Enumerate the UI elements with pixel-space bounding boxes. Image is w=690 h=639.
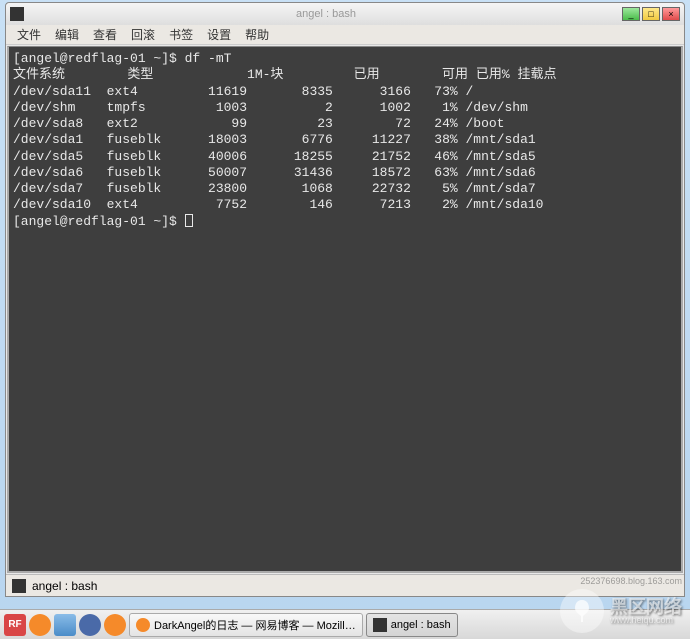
- minimize-button[interactable]: _: [622, 7, 640, 21]
- taskbar-item-browser[interactable]: DarkAngel的日志 — 网易博客 — Mozill…: [129, 613, 363, 637]
- maximize-button[interactable]: □: [642, 7, 660, 21]
- menu-scrollback[interactable]: 回滚: [124, 26, 162, 43]
- blog-id-watermark: 252376698.blog.163.com: [580, 576, 682, 586]
- menu-bookmarks[interactable]: 书签: [162, 26, 200, 43]
- cursor: [185, 214, 193, 227]
- launcher-firefox-icon[interactable]: [29, 614, 51, 636]
- menu-edit[interactable]: 编辑: [48, 26, 86, 43]
- terminal-window: angel : bash _ □ × 文件 编辑 查看 回滚 书签 设置 帮助 …: [5, 2, 685, 597]
- close-button[interactable]: ×: [662, 7, 680, 21]
- taskbar-item-label: angel : bash: [391, 619, 451, 631]
- terminal-icon: [373, 618, 387, 632]
- taskbar: RF DarkAngel的日志 — 网易博客 — Mozill… angel :…: [0, 609, 690, 639]
- menu-file[interactable]: 文件: [10, 26, 48, 43]
- terminal-area[interactable]: [angel@redflag-01 ~]$ df -mT 文件系统 类型 1M-…: [7, 46, 683, 573]
- taskbar-item-label: DarkAngel的日志 — 网易博客 — Mozill…: [154, 617, 356, 633]
- launcher-web-icon[interactable]: [79, 614, 101, 636]
- launcher-firefox2-icon[interactable]: [104, 614, 126, 636]
- titlebar[interactable]: angel : bash _ □ ×: [6, 3, 684, 25]
- launcher-home-icon[interactable]: [54, 614, 76, 636]
- app-icon: [10, 7, 24, 21]
- status-text: angel : bash: [32, 579, 97, 593]
- firefox-icon: [136, 618, 150, 632]
- taskbar-item-terminal[interactable]: angel : bash: [366, 613, 458, 637]
- menubar: 文件 编辑 查看 回滚 书签 设置 帮助: [6, 25, 684, 45]
- window-title: angel : bash: [30, 8, 622, 20]
- menu-view[interactable]: 查看: [86, 26, 124, 43]
- menu-settings[interactable]: 设置: [200, 26, 238, 43]
- menu-help[interactable]: 帮助: [238, 26, 276, 43]
- status-icon: [12, 579, 26, 593]
- launcher-redflag-icon[interactable]: RF: [4, 614, 26, 636]
- window-controls: _ □ ×: [622, 7, 680, 21]
